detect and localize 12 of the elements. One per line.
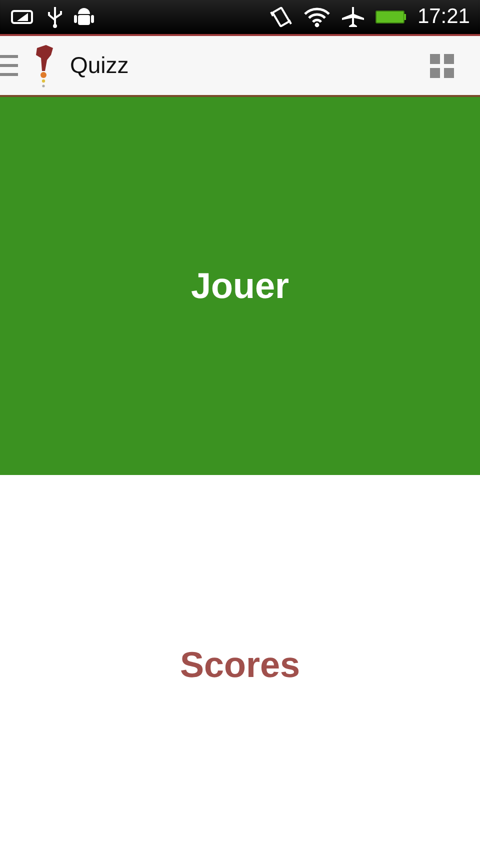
airplane-icon bbox=[341, 6, 366, 28]
wifi-icon bbox=[303, 6, 332, 28]
menu-icon[interactable] bbox=[0, 52, 18, 78]
app-title: Quizz bbox=[70, 52, 129, 79]
play-tile[interactable]: Jouer bbox=[0, 97, 480, 475]
android-icon bbox=[74, 6, 94, 28]
battery-saver-icon bbox=[10, 8, 36, 26]
battery-icon bbox=[375, 8, 408, 26]
vibrate-icon bbox=[269, 6, 294, 28]
usb-icon bbox=[46, 6, 64, 28]
grid-icon[interactable] bbox=[430, 54, 454, 78]
clock-time: 17:21 bbox=[417, 5, 470, 29]
